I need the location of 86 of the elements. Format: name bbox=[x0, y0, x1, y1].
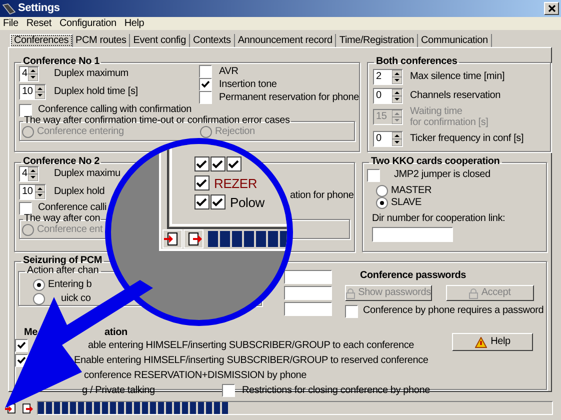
spin-box[interactable]: 10 bbox=[19, 84, 46, 100]
group-title: Both conferences bbox=[375, 57, 458, 67]
label: Entering b bbox=[48, 280, 92, 290]
label: conference RESERVATION+DISMISSION by phone bbox=[84, 370, 307, 380]
radio-button[interactable] bbox=[376, 185, 388, 197]
label: Duplex hold time [s] bbox=[54, 87, 139, 97]
menu-item[interactable]: Configuration bbox=[59, 18, 116, 28]
spin-arrows-icon[interactable] bbox=[392, 88, 402, 102]
input-field[interactable] bbox=[284, 270, 332, 284]
app-icon bbox=[2, 2, 16, 14]
label: Duplex maximum bbox=[54, 69, 130, 79]
radio-button[interactable] bbox=[376, 197, 388, 209]
group-title: The way after con bbox=[23, 214, 102, 224]
group-title: The way after confirmation time-out or confirmation error cases bbox=[23, 116, 291, 126]
label: Duplex maximu bbox=[54, 169, 122, 179]
group-title: Conference No 2 bbox=[22, 157, 100, 167]
label: AVR bbox=[219, 66, 238, 76]
label: Waiting time for confirmation [s] bbox=[410, 106, 488, 128]
spin-box[interactable]: 2 bbox=[373, 68, 403, 84]
section-title: Conference passwords bbox=[359, 271, 468, 283]
label: Ticker frequency in conf [s] bbox=[410, 133, 524, 144]
help-button[interactable]: Help bbox=[452, 333, 533, 351]
tab[interactable]: PCM routes bbox=[72, 34, 130, 47]
label: Enable entering HIMSELF/inserting SUBSCRIBER/GROUP to reserved conference bbox=[74, 356, 428, 366]
label: JMP2 jumper is closed bbox=[394, 170, 490, 180]
input-field[interactable] bbox=[284, 302, 332, 316]
spin-box[interactable]: 0 bbox=[373, 130, 403, 146]
tab[interactable]: Conferences bbox=[10, 34, 72, 47]
label: Polow bbox=[230, 195, 264, 210]
label: MASTER bbox=[391, 186, 432, 196]
tab[interactable]: Announcement record bbox=[234, 34, 336, 47]
checkbox[interactable] bbox=[199, 65, 212, 78]
spin-arrows-icon[interactable] bbox=[35, 185, 45, 199]
window-title: Settings bbox=[18, 3, 60, 14]
group-title: Conference No 1 bbox=[22, 57, 100, 67]
label: Conference ent bbox=[37, 225, 103, 235]
input-field[interactable] bbox=[284, 286, 332, 300]
section-title: Me bbox=[24, 328, 38, 338]
label: able entering HIMSELF/inserting SUBSCRIBER/GROUP to each conference bbox=[88, 340, 414, 350]
group-title: Seizuring of PCM bbox=[22, 256, 104, 266]
group-title: Two KKO cards cooperation bbox=[370, 157, 501, 167]
spin-box[interactable]: 4 bbox=[19, 66, 39, 82]
checkbox[interactable] bbox=[222, 384, 235, 397]
close-button[interactable] bbox=[544, 2, 559, 15]
checkbox[interactable] bbox=[199, 78, 212, 91]
label: Duplex hold bbox=[54, 187, 106, 197]
spin-box[interactable]: 0 bbox=[373, 88, 403, 104]
group-title: Action after chan bbox=[27, 266, 100, 276]
checkbox[interactable] bbox=[19, 104, 32, 116]
label: Conference by phone requires a password bbox=[363, 306, 544, 316]
label: Dir number for cooperation link: bbox=[371, 214, 506, 226]
input-field[interactable] bbox=[372, 227, 453, 242]
triangle-icon bbox=[474, 336, 487, 348]
label: Rejection bbox=[215, 127, 255, 137]
label: Insertion tone bbox=[219, 80, 277, 90]
close-icon[interactable] bbox=[548, 5, 556, 12]
checkbox[interactable] bbox=[345, 304, 358, 318]
label: Conference calling with confirmation bbox=[38, 105, 192, 115]
menu-item[interactable]: File bbox=[3, 18, 18, 28]
spin-box[interactable]: 4 bbox=[19, 166, 39, 182]
label: Permanent reservation for phone bbox=[219, 92, 359, 102]
checkbox[interactable] bbox=[19, 202, 32, 214]
label: REZER bbox=[214, 176, 258, 191]
spin-box[interactable]: 10 bbox=[19, 184, 46, 200]
label: Max silence time [min] bbox=[410, 71, 505, 82]
label: Conference calli bbox=[38, 203, 107, 213]
menu-item[interactable]: Help bbox=[124, 18, 144, 28]
spin-arrows-icon[interactable] bbox=[35, 85, 45, 99]
lock-icon bbox=[469, 288, 478, 298]
radio-button[interactable] bbox=[33, 279, 45, 291]
lock-icon bbox=[346, 288, 356, 298]
checkbox[interactable] bbox=[199, 91, 212, 104]
label: Conference entering bbox=[37, 127, 124, 137]
label: uick co bbox=[61, 294, 91, 304]
label: Channels reservation bbox=[410, 90, 500, 101]
section-title: ation bbox=[104, 328, 128, 338]
checkbox[interactable] bbox=[15, 339, 28, 352]
spin-arrows-icon[interactable] bbox=[392, 132, 402, 146]
spin-arrows-icon[interactable] bbox=[28, 67, 38, 81]
spin-arrows-icon[interactable] bbox=[392, 70, 402, 84]
label: SLAVE bbox=[391, 198, 422, 208]
checkbox[interactable] bbox=[367, 168, 380, 182]
menu-item[interactable]: Reset bbox=[26, 18, 52, 28]
radio-button[interactable] bbox=[33, 293, 45, 305]
label: ation for phone bbox=[290, 190, 354, 200]
spin-arrows-icon[interactable] bbox=[28, 167, 38, 181]
